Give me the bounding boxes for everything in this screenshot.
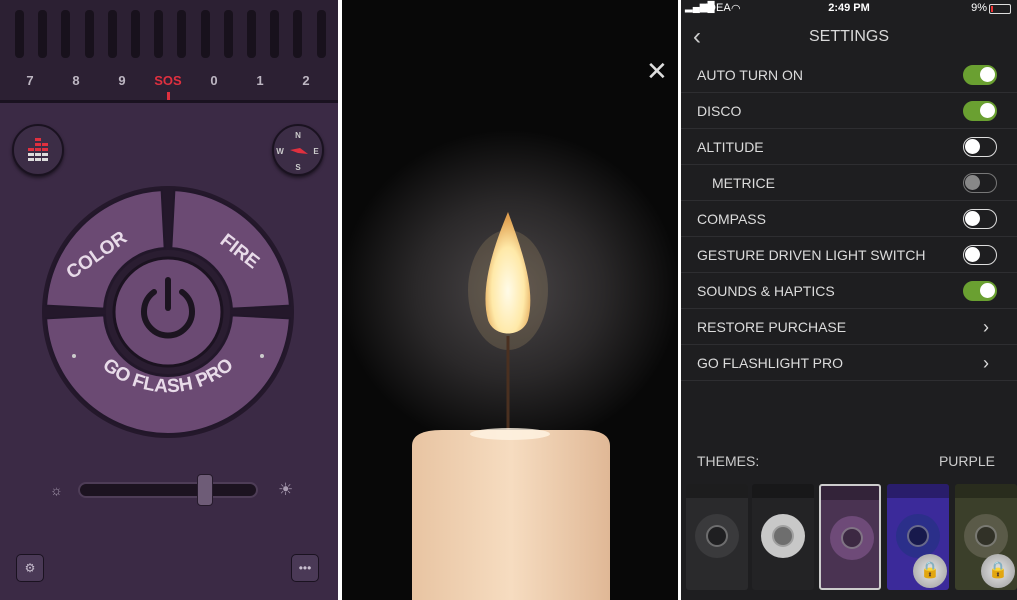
row-label: AUTO TURN ON [697, 67, 804, 83]
dial-slot [107, 10, 117, 58]
toggle-switch[interactable] [963, 101, 997, 121]
power-button[interactable] [112, 256, 224, 368]
dial-slot [84, 10, 94, 58]
settings-row: METRICE [681, 165, 1017, 201]
flashlight-main-screen: 7 8 9 SOS 0 1 2 N E S W COLOR FIRE GO FLASH PR… [0, 0, 338, 600]
disco-button[interactable] [12, 124, 64, 176]
dial-indicator [167, 92, 170, 100]
dial-number[interactable]: SOS [153, 73, 183, 88]
dial-number[interactable]: 9 [107, 73, 137, 88]
compass-icon: N E S W [276, 131, 319, 172]
brightness-slider-thumb[interactable] [196, 474, 213, 506]
lock-icon: 🔒 [913, 554, 947, 588]
dial-slot [38, 10, 48, 58]
candle-body [412, 430, 610, 600]
candle [412, 212, 610, 600]
row-label: GESTURE DRIVEN LIGHT SWITCH [697, 247, 926, 263]
toggle-switch[interactable] [963, 281, 997, 301]
compass-w: W [276, 147, 284, 156]
settings-row: AUTO TURN ON [681, 57, 1017, 93]
dial-slot [316, 10, 326, 58]
toggle-switch[interactable] [963, 137, 997, 157]
row-label: COMPASS [697, 211, 766, 227]
flame [485, 212, 531, 334]
toggle-switch[interactable] [963, 173, 997, 193]
dial-slot [131, 10, 140, 58]
row-label: GO FLASHLIGHT PRO [697, 355, 843, 371]
settings-row: GESTURE DRIVEN LIGHT SWITCH [681, 237, 1017, 273]
status-bar: ▂▄▆█ IDEA ◠ 2:49 PM 9% [681, 2, 1017, 18]
row-label: DISCO [697, 103, 742, 119]
compass-button[interactable]: N E S W [272, 124, 324, 176]
toggle-switch[interactable] [963, 245, 997, 265]
settings-row: COMPASS [681, 201, 1017, 237]
settings-row[interactable]: GO FLASHLIGHT PRO › [681, 345, 1017, 381]
lock-icon: 🔒 [981, 554, 1015, 588]
chevron-right-icon: › [983, 353, 989, 373]
theme-thumbnail[interactable] [686, 484, 748, 590]
theme-thumbnail[interactable]: 🔒 [955, 484, 1017, 590]
row-label: RESTORE PURCHASE [697, 319, 847, 335]
dial-number[interactable]: 0 [199, 73, 229, 88]
settings-button[interactable]: ⚙ [16, 554, 44, 582]
dial-slot [293, 10, 303, 58]
dial-slot [223, 10, 233, 58]
dial-number[interactable]: 2 [291, 73, 321, 88]
close-icon[interactable]: ✕ [646, 58, 668, 84]
theme-thumbnail[interactable] [752, 484, 814, 590]
dial-slot [270, 10, 280, 58]
settings-row: ALTITUDE [681, 129, 1017, 165]
toggle-switch[interactable] [963, 65, 997, 85]
dial-number[interactable]: 1 [245, 73, 275, 88]
settings-row: SOUNDS & HAPTICS [681, 273, 1017, 309]
dial-number[interactable]: 7 [15, 73, 45, 88]
settings-row[interactable]: RESTORE PURCHASE › [681, 309, 1017, 345]
back-chevron-icon[interactable]: ‹ [693, 24, 701, 50]
current-theme: PURPLE [938, 453, 995, 469]
compass-n: N [295, 131, 301, 140]
mode-dial[interactable]: 7 8 9 SOS 0 1 2 [0, 0, 338, 103]
dial-slot [154, 10, 164, 58]
compass-e: E [313, 147, 319, 156]
dial-slot [247, 10, 256, 58]
equalizer-icon [28, 138, 48, 161]
row-label: METRICE [712, 175, 775, 191]
theme-thumbnail[interactable] [819, 484, 881, 590]
chevron-right-icon: › [983, 317, 989, 337]
candle-screen: ✕ [342, 0, 678, 600]
brightness-low-icon: ☼ [50, 482, 63, 498]
row-label: ALTITUDE [697, 139, 764, 155]
dial-slot [15, 10, 24, 58]
battery-icon [989, 4, 1011, 14]
dial-number[interactable]: 8 [61, 73, 91, 88]
clock: 2:49 PM [828, 2, 870, 14]
brightness-high-icon: ☀ [278, 480, 294, 499]
page-title: SETTINGS [808, 28, 889, 45]
dial-slot [177, 10, 187, 58]
settings-header: ‹ SETTINGS [681, 24, 1017, 54]
compass-s: S [295, 163, 301, 172]
settings-screen: ▂▄▆█ IDEA ◠ 2:49 PM 9% ‹ SETTINGS AUTO T… [681, 0, 1017, 600]
dial-slot [200, 10, 210, 58]
more-button[interactable]: ••• [291, 554, 319, 582]
battery-percent: 9% [971, 2, 987, 14]
toggle-switch[interactable] [963, 209, 997, 229]
theme-thumbnail[interactable]: 🔒 [887, 484, 949, 590]
row-label: SOUNDS & HAPTICS [697, 283, 835, 299]
dial-slot [61, 10, 71, 58]
themes-label: THEMES: [697, 453, 760, 469]
control-ring: COLOR FIRE GO FLASH PRO [42, 186, 294, 438]
more-icon: ••• [298, 561, 312, 575]
gear-icon: ⚙ [24, 561, 36, 575]
settings-row: DISCO [681, 93, 1017, 129]
brightness-slider[interactable] [78, 474, 258, 506]
